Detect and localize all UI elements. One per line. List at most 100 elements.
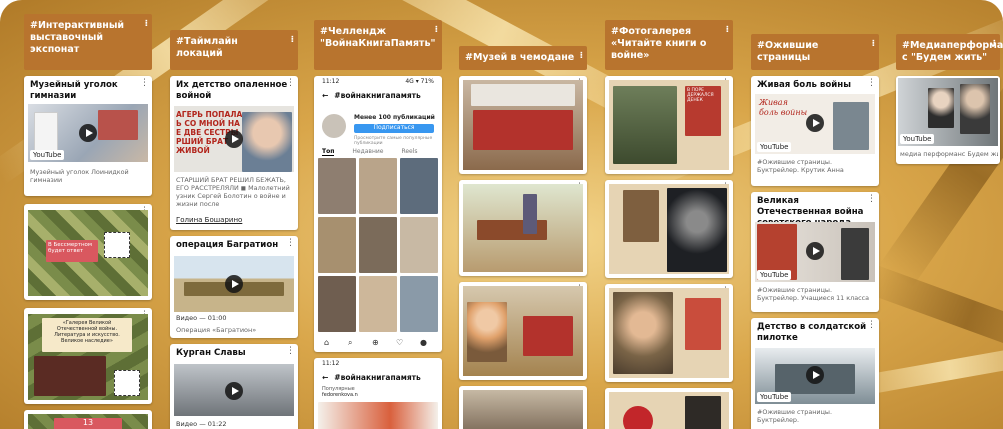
post-card[interactable]: ⋮ [459,282,587,380]
play-icon[interactable] [806,114,824,132]
image-thumbnail[interactable] [463,390,583,429]
post-title: операция Багратион [176,240,279,250]
kebab-menu-icon[interactable]: ⋮ [140,79,149,88]
profile-icon[interactable]: ● [420,338,427,347]
grid-photo[interactable] [359,276,397,332]
play-icon[interactable] [806,242,824,260]
image-thumbnail[interactable] [609,392,729,429]
post-card[interactable] [459,386,587,429]
image-thumbnail[interactable]: В ПОРЕ ДЕРЖАЛСЯ ДЕНЕК [609,80,729,170]
column-title: #Фотогалерея «Читайте книги о войне» [611,26,707,61]
video-thumbnail[interactable]: Живая боль войны YouTube [755,94,875,154]
column-title: #Челлендж "ВойнаКнигаПамять" [320,26,436,49]
play-icon[interactable] [79,124,97,142]
tab-top[interactable]: Топ [322,148,335,156]
grid-photo[interactable] [400,276,438,332]
more-icon[interactable]: ⁝ [435,24,438,36]
more-icon[interactable]: ⁝ [993,38,996,50]
post-card[interactable]: ⋮ [459,76,587,174]
video-thumbnail[interactable]: YouTube [755,222,875,282]
play-icon[interactable] [225,130,243,148]
post-card[interactable]: ⋮ [605,180,733,278]
add-icon[interactable]: ⊕ [372,338,379,347]
post-card[interactable] [605,388,733,429]
post-photo[interactable] [318,402,438,429]
video-thumbnail[interactable]: YouTube [898,78,998,146]
column-header[interactable]: #Таймлайн локаций ⁝ [170,30,298,70]
kebab-menu-icon[interactable]: ⋮ [286,239,295,248]
column-header[interactable]: #Медиаперформан с "Будем жить" ⁝ [896,34,1003,70]
more-icon[interactable]: ⁝ [580,50,583,62]
play-icon[interactable] [225,382,243,400]
grid-photo[interactable] [359,217,397,273]
kebab-menu-icon[interactable]: ⋮ [867,321,876,330]
image-thumbnail[interactable] [609,184,729,274]
kebab-menu-icon[interactable]: ⋮ [867,79,876,88]
phone-screenshot-card[interactable]: 11:12 4G ▾ 71% ← #войнакнигапамять Менее… [314,76,442,352]
kebab-menu-icon[interactable]: ⋮ [286,347,295,356]
column-title: #Музей в чемодане [465,52,575,63]
tab-recent[interactable]: Недавние [352,148,383,156]
post-card[interactable]: ⋮ Их детство опаленное войной АГЕРЬ ПОПА… [170,76,298,230]
image-thumbnail[interactable]: «Галерея Великой Отечественной войны. Ли… [28,314,148,400]
column-header[interactable]: #Челлендж "ВойнаКнигаПамять" ⁝ [314,20,442,70]
more-icon[interactable]: ⁝ [291,34,294,46]
video-thumbnail[interactable] [174,256,294,312]
back-arrow-icon[interactable]: ← [322,91,328,100]
play-icon[interactable] [806,366,824,384]
video-thumbnail[interactable] [174,364,294,416]
post-card[interactable]: ⋮ Курган Славы Видео — 01:22 [170,344,298,429]
column-header[interactable]: #Фотогалерея «Читайте книги о войне» ⁝ [605,20,733,70]
image-thumbnail[interactable] [463,184,583,272]
grid-photo[interactable] [318,217,356,273]
grid-photo[interactable] [318,158,356,214]
video-thumbnail[interactable]: YouTube [28,104,148,162]
tab-reels[interactable]: Reels [401,148,417,156]
follow-button[interactable]: Подписаться [354,124,434,133]
home-icon[interactable]: ⌂ [324,338,329,347]
hashtag-header: ← #войнакнигапамять [314,87,442,104]
kebab-menu-icon[interactable]: ⋮ [867,195,876,204]
hashtag-title: #войнакнигапамять [334,91,421,100]
column-header[interactable]: #Интерактивный выставочный экспонат ⁝ [24,14,152,70]
post-card[interactable]: ⋮ [605,284,733,382]
post-title: Курган Славы [176,348,246,358]
column-header[interactable]: #Музей в чемодане ⁝ [459,46,587,70]
grid-photo[interactable] [400,217,438,273]
grid-photo[interactable] [400,158,438,214]
post-card[interactable]: ⋮ операция Багратион Видео — 01:00 Опера… [170,236,298,338]
phone-screenshot-card[interactable]: 11:12 ← #войнакнигапамять Популярные fed… [314,358,442,429]
more-icon[interactable]: ⁝ [872,38,875,50]
back-arrow-icon[interactable]: ← [322,373,328,382]
post-card[interactable]: ⋮ Детство в солдатской пилотке YouTube #… [751,318,879,429]
post-card[interactable]: ⋮ Живая боль войны Живая боль войны YouT… [751,76,879,186]
more-icon[interactable]: ⁝ [726,24,729,36]
post-card[interactable]: ⋮ Музейный уголок гимназии YouTube Музей… [24,76,152,196]
post-card[interactable]: ⋮ [459,180,587,276]
more-icon[interactable]: ⁝ [145,18,148,30]
grid-photo[interactable] [359,158,397,214]
post-card[interactable]: 13 [24,410,152,429]
play-icon[interactable] [225,275,243,293]
video-thumbnail[interactable]: YouTube [755,348,875,404]
image-thumbnail[interactable]: 13 [28,414,148,429]
heart-icon[interactable]: ♡ [396,338,403,347]
image-thumbnail[interactable]: В Бессмертном будет ответ [28,210,148,296]
search-icon[interactable]: ⌕ [348,338,352,348]
grid-photo[interactable] [318,276,356,332]
post-card[interactable]: ⋮ Великая Отечественная война советского… [751,192,879,312]
kebab-menu-icon[interactable]: ⋮ [286,79,295,88]
image-thumbnail[interactable] [463,80,583,170]
image-thumbnail[interactable] [609,288,729,378]
video-thumbnail[interactable]: АГЕРЬ ПОПАЛА Ь СО МНОЙ НА Е ДВЕ СЕСТРЫ Р… [174,106,294,172]
column-header[interactable]: #Ожившие страницы ⁝ [751,34,879,70]
youtube-badge: YouTube [757,270,792,280]
post-card[interactable]: ⋮ В ПОРЕ ДЕРЖАЛСЯ ДЕНЕК [605,76,733,174]
post-card[interactable]: ⋮ «Галерея Великой Отечественной войны. … [24,308,152,404]
image-thumbnail[interactable] [463,286,583,376]
post-link[interactable]: Голина Бошарино [176,216,242,224]
post-card[interactable]: YouTube медиа перформанс Будем жить [896,76,1000,164]
phone-status-bar: 11:12 [314,358,442,369]
post-user: fedorenkova.n [322,392,358,398]
post-card[interactable]: ⋮ В Бессмертном будет ответ [24,204,152,300]
